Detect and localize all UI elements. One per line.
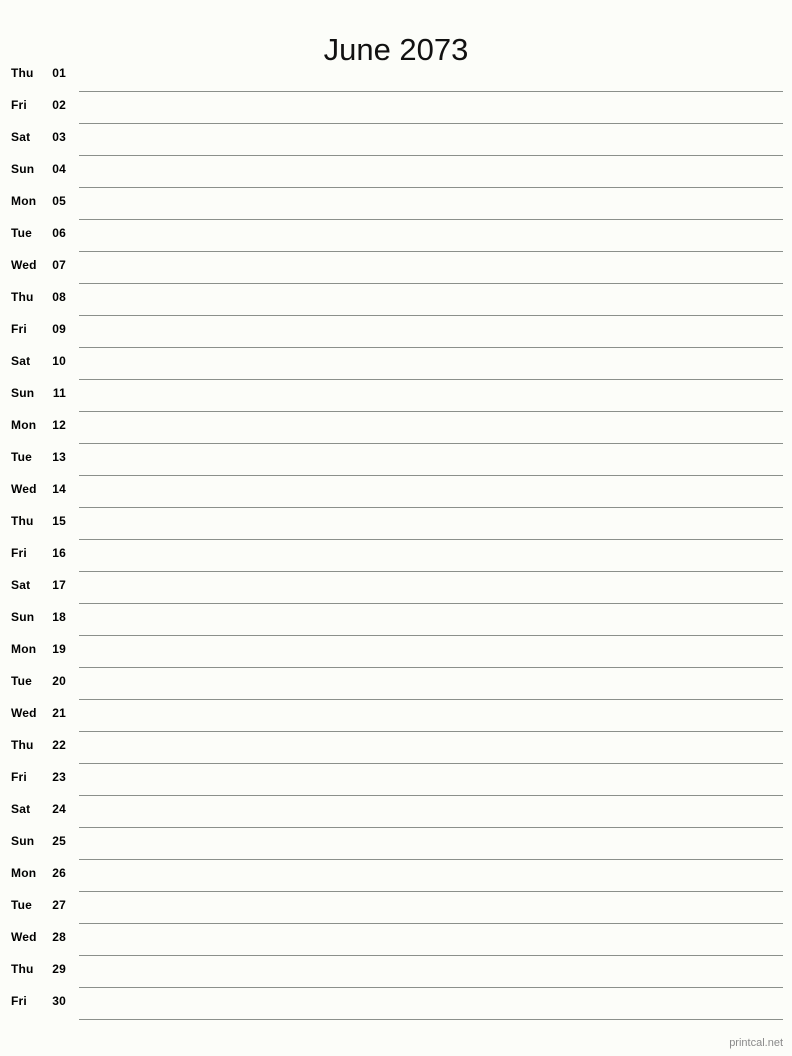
day-row: Sat 24 — [0, 796, 792, 828]
day-row: Tue 13 — [0, 444, 792, 476]
day-number-label: 30 — [52, 994, 66, 1008]
day-row: Mon 26 — [0, 860, 792, 892]
day-row: Fri 23 — [0, 764, 792, 796]
day-weekday-label: Sat — [11, 354, 31, 368]
day-number-label: 08 — [52, 290, 66, 304]
day-rows-list: Thu 01 Fri 02 Sat 03 Sun 04 Mon 05 Tue 06 Wed 07 Thu 08… — [0, 60, 792, 1020]
day-weekday-label: Tue — [11, 898, 33, 912]
day-number-label: 29 — [52, 962, 66, 976]
day-number-label: 11 — [52, 386, 66, 400]
day-number-label: 12 — [52, 418, 66, 432]
day-row: Mon 19 — [0, 636, 792, 668]
day-weekday-label: Sat — [11, 130, 31, 144]
day-number-label: 20 — [52, 674, 66, 688]
day-weekday-label: Wed — [11, 706, 37, 720]
day-row: Tue 27 — [0, 892, 792, 924]
day-number-label: 06 — [52, 226, 66, 240]
day-row: Fri 30 — [0, 988, 792, 1020]
day-weekday-label: Fri — [11, 770, 27, 784]
day-row: Fri 02 — [0, 92, 792, 124]
day-row: Wed 14 — [0, 476, 792, 508]
day-number-label: 07 — [52, 258, 66, 272]
day-weekday-label: Wed — [11, 930, 37, 944]
day-weekday-label: Sat — [11, 578, 31, 592]
day-weekday-label: Fri — [11, 546, 27, 560]
day-number-label: 24 — [52, 802, 66, 816]
day-weekday-label: Thu — [11, 738, 34, 752]
day-number-label: 18 — [52, 610, 66, 624]
day-weekday-label: Mon — [11, 418, 37, 432]
day-number-label: 10 — [52, 354, 66, 368]
day-number-label: 22 — [52, 738, 66, 752]
day-row: Fri 09 — [0, 316, 792, 348]
day-row: Sun 25 — [0, 828, 792, 860]
day-weekday-label: Mon — [11, 866, 37, 880]
day-weekday-label: Sun — [11, 386, 35, 400]
day-row: Wed 07 — [0, 252, 792, 284]
day-weekday-label: Mon — [11, 194, 37, 208]
day-number-label: 16 — [52, 546, 66, 560]
day-number-label: 28 — [52, 930, 66, 944]
day-number-label: 05 — [52, 194, 66, 208]
day-row: Thu 15 — [0, 508, 792, 540]
day-row: Thu 22 — [0, 732, 792, 764]
day-number-label: 02 — [52, 98, 66, 112]
day-row: Mon 05 — [0, 188, 792, 220]
day-weekday-label: Fri — [11, 994, 27, 1008]
day-row: Wed 21 — [0, 700, 792, 732]
day-row: Mon 12 — [0, 412, 792, 444]
day-number-label: 09 — [52, 322, 66, 336]
watermark-label: printcal.net — [729, 1037, 783, 1049]
day-row: Sun 18 — [0, 604, 792, 636]
day-row: Thu 01 — [0, 60, 792, 92]
day-weekday-label: Thu — [11, 514, 34, 528]
day-weekday-label: Sun — [11, 834, 35, 848]
day-row: Sat 10 — [0, 348, 792, 380]
day-row: Fri 16 — [0, 540, 792, 572]
day-row: Wed 28 — [0, 924, 792, 956]
day-number-label: 21 — [52, 706, 66, 720]
note-writing-line[interactable] — [79, 1019, 783, 1020]
day-weekday-label: Wed — [11, 258, 37, 272]
day-weekday-label: Thu — [11, 962, 34, 976]
day-weekday-label: Mon — [11, 642, 37, 656]
day-row: Thu 08 — [0, 284, 792, 316]
day-weekday-label: Thu — [11, 66, 34, 80]
calendar-page: June 2073 Thu 01 Fri 02 Sat 03 Sun 04 Mon 05 Tue 06… — [0, 0, 792, 1056]
day-row: Sun 04 — [0, 156, 792, 188]
day-weekday-label: Wed — [11, 482, 37, 496]
day-number-label: 03 — [52, 130, 66, 144]
day-number-label: 13 — [52, 450, 66, 464]
day-number-label: 17 — [52, 578, 66, 592]
day-number-label: 04 — [52, 162, 66, 176]
day-number-label: 23 — [52, 770, 66, 784]
day-row: Sat 03 — [0, 124, 792, 156]
day-row: Tue 20 — [0, 668, 792, 700]
day-number-label: 26 — [52, 866, 66, 880]
day-number-label: 25 — [52, 834, 66, 848]
day-weekday-label: Fri — [11, 98, 27, 112]
day-weekday-label: Thu — [11, 290, 34, 304]
day-weekday-label: Sun — [11, 162, 35, 176]
day-weekday-label: Sat — [11, 802, 31, 816]
day-number-label: 19 — [52, 642, 66, 656]
day-number-label: 15 — [52, 514, 66, 528]
day-number-label: 14 — [52, 482, 66, 496]
day-weekday-label: Fri — [11, 322, 27, 336]
day-weekday-label: Tue — [11, 226, 33, 240]
day-number-label: 27 — [52, 898, 66, 912]
day-row: Sun 11 — [0, 380, 792, 412]
day-number-label: 01 — [52, 66, 66, 80]
day-weekday-label: Tue — [11, 674, 33, 688]
day-weekday-label: Tue — [11, 450, 33, 464]
day-row: Sat 17 — [0, 572, 792, 604]
day-weekday-label: Sun — [11, 610, 35, 624]
day-row: Thu 29 — [0, 956, 792, 988]
day-row: Tue 06 — [0, 220, 792, 252]
